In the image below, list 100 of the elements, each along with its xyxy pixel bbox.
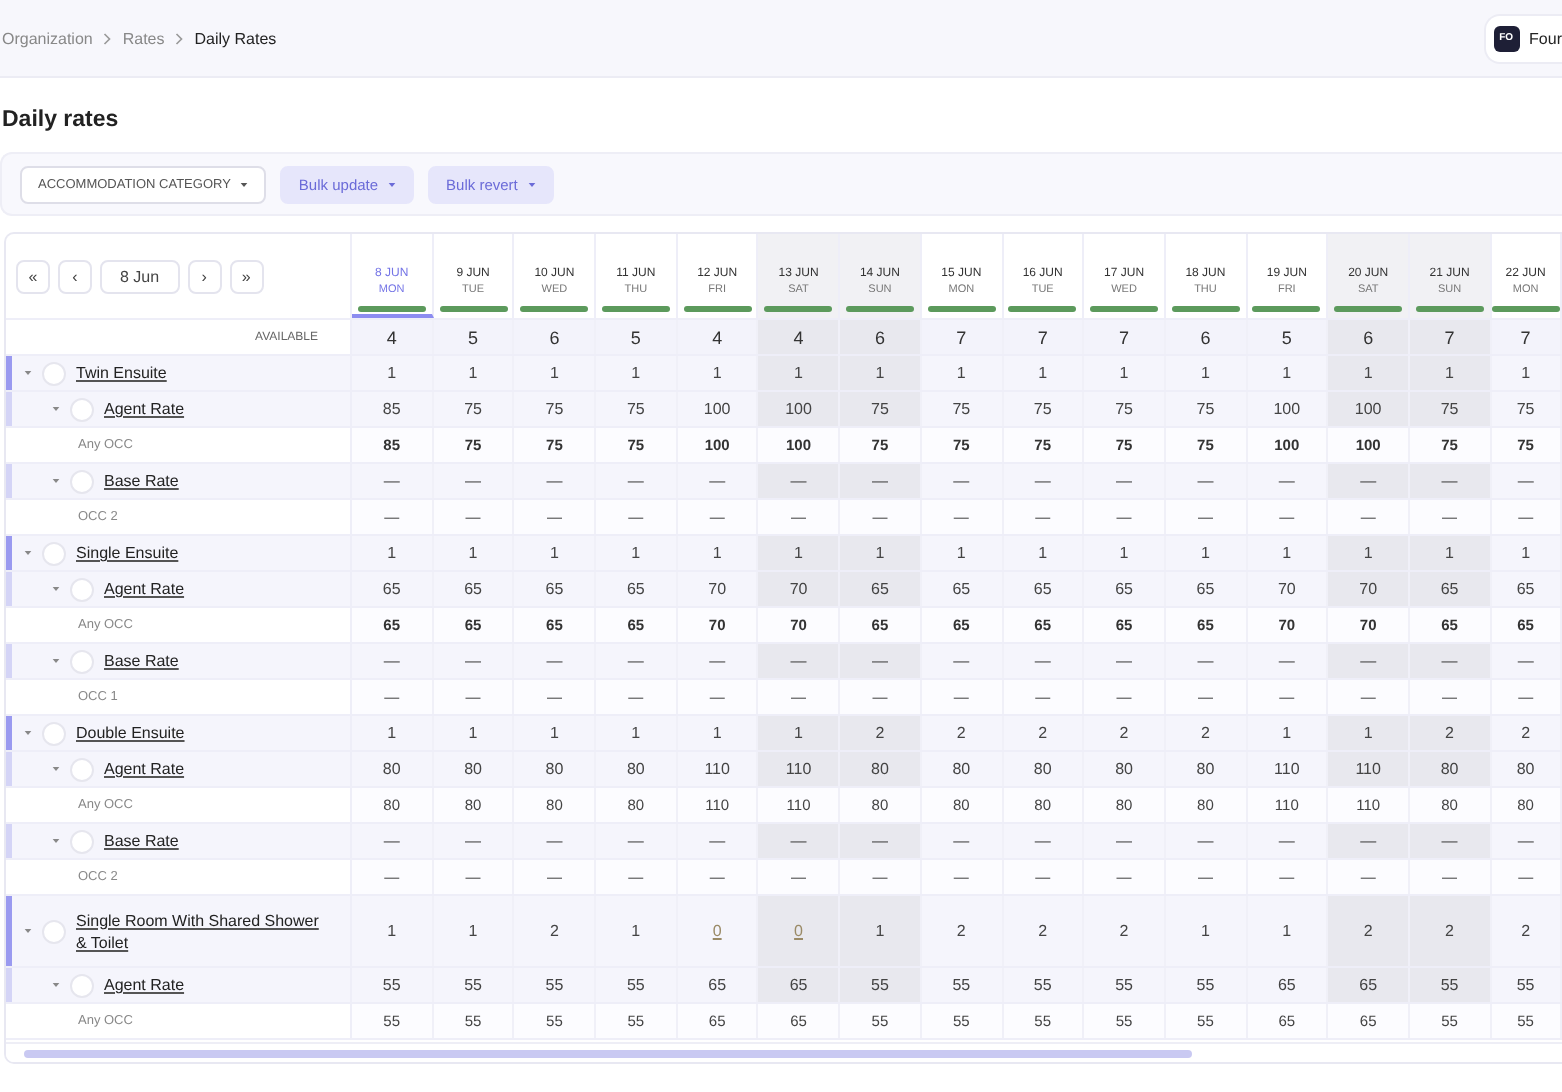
table-cell[interactable]: 75 (1165, 392, 1248, 426)
collapse-icon[interactable] (24, 928, 32, 934)
table-cell[interactable]: 100 (758, 392, 841, 426)
rate-link[interactable]: Base Rate (104, 650, 179, 672)
table-cell[interactable]: 80 (1165, 752, 1248, 786)
table-cell[interactable]: 100 (1247, 392, 1329, 426)
table-cell[interactable]: 75 (514, 392, 597, 426)
table-cell[interactable]: — (1328, 824, 1410, 858)
table-cell[interactable]: 65 (758, 968, 841, 1002)
collapse-icon[interactable] (52, 838, 60, 844)
table-cell[interactable]: 65 (1491, 572, 1562, 606)
table-cell[interactable]: 75 (1003, 392, 1085, 426)
table-cell[interactable]: 110 (677, 752, 759, 786)
rate-link[interactable]: Agent Rate (104, 398, 185, 420)
table-cell[interactable]: 80 (433, 752, 515, 786)
table-cell[interactable]: — (921, 464, 1003, 498)
table-cell[interactable]: — (758, 824, 841, 858)
table-cell[interactable]: 65 (1409, 572, 1492, 606)
scrollbar-thumb[interactable] (24, 1050, 1192, 1058)
table-cell[interactable]: 75 (921, 392, 1003, 426)
table-cell[interactable]: — (840, 464, 922, 498)
table-cell[interactable]: — (1409, 464, 1492, 498)
table-cell[interactable]: — (921, 824, 1003, 858)
table-cell[interactable]: 55 (433, 968, 515, 1002)
table-cell[interactable]: — (1247, 644, 1329, 678)
table-cell[interactable]: — (1003, 824, 1085, 858)
table-cell[interactable]: 110 (1247, 752, 1329, 786)
collapse-icon[interactable] (52, 766, 60, 772)
table-cell[interactable]: — (758, 464, 841, 498)
table-cell[interactable]: 55 (1084, 968, 1166, 1002)
table-cell[interactable]: — (1247, 464, 1329, 498)
table-cell[interactable]: — (1409, 824, 1492, 858)
table-cell[interactable]: — (1084, 824, 1166, 858)
table-cell[interactable]: 100 (677, 392, 759, 426)
table-cell[interactable]: 110 (758, 752, 841, 786)
rate-link[interactable]: Base Rate (104, 830, 179, 852)
checkbox[interactable] (42, 541, 66, 565)
table-cell[interactable]: — (352, 644, 434, 678)
checkbox[interactable] (42, 721, 66, 745)
checkbox[interactable] (70, 649, 94, 673)
table-cell[interactable]: 55 (921, 968, 1003, 1002)
table-cell[interactable]: — (1491, 644, 1562, 678)
last-page-button[interactable]: » (229, 259, 264, 293)
table-cell[interactable]: 80 (514, 752, 597, 786)
rate-link[interactable]: Agent Rate (104, 758, 185, 780)
table-cell[interactable]: 80 (352, 752, 434, 786)
table-cell[interactable]: — (1409, 644, 1492, 678)
table-cell[interactable]: — (1247, 824, 1329, 858)
table-cell[interactable]: 65 (352, 572, 434, 606)
table-cell[interactable]: — (433, 824, 515, 858)
table-cell[interactable]: — (596, 644, 678, 678)
table-cell[interactable]: — (433, 464, 515, 498)
table-cell[interactable]: 65 (1247, 968, 1329, 1002)
table-cell[interactable]: — (1003, 464, 1085, 498)
table-cell[interactable]: — (514, 644, 597, 678)
table-cell[interactable]: 70 (677, 572, 759, 606)
table-cell[interactable]: — (1084, 464, 1166, 498)
table-cell[interactable]: — (677, 464, 759, 498)
date-button[interactable]: 8 Jun (100, 259, 180, 293)
table-cell[interactable]: — (1165, 644, 1248, 678)
checkbox[interactable] (70, 577, 94, 601)
checkbox[interactable] (70, 757, 94, 781)
table-cell[interactable]: 55 (514, 968, 597, 1002)
checkbox[interactable] (70, 397, 94, 421)
table-cell[interactable]: 70 (1328, 572, 1410, 606)
table-cell[interactable]: 80 (596, 752, 678, 786)
table-cell[interactable]: 80 (1003, 752, 1085, 786)
room-link[interactable]: Single Ensuite (76, 542, 179, 564)
collapse-icon[interactable] (52, 586, 60, 592)
collapse-icon[interactable] (52, 406, 60, 412)
table-cell[interactable]: 80 (840, 752, 922, 786)
table-cell[interactable]: 55 (1409, 968, 1492, 1002)
table-cell[interactable]: 55 (596, 968, 678, 1002)
table-cell[interactable]: 70 (1247, 572, 1329, 606)
table-cell[interactable]: 65 (1003, 572, 1085, 606)
table-cell[interactable]: — (758, 644, 841, 678)
table-cell[interactable]: 80 (1084, 752, 1166, 786)
table-cell[interactable]: 65 (1165, 572, 1248, 606)
table-cell[interactable]: — (677, 824, 759, 858)
table-cell[interactable]: 65 (514, 572, 597, 606)
collapse-icon[interactable] (24, 550, 32, 556)
table-cell[interactable]: — (1491, 464, 1562, 498)
table-cell[interactable]: 75 (1409, 392, 1492, 426)
collapse-icon[interactable] (52, 478, 60, 484)
table-cell[interactable]: 55 (1165, 968, 1248, 1002)
table-cell[interactable]: 75 (433, 392, 515, 426)
collapse-icon[interactable] (24, 370, 32, 376)
table-cell[interactable]: 65 (921, 572, 1003, 606)
table-cell[interactable]: 80 (1409, 752, 1492, 786)
table-cell[interactable]: — (352, 824, 434, 858)
table-cell[interactable]: 75 (1491, 392, 1562, 426)
table-cell[interactable]: 65 (1084, 572, 1166, 606)
checkbox[interactable] (70, 973, 94, 997)
table-cell[interactable]: 75 (1084, 392, 1166, 426)
table-cell[interactable]: — (514, 464, 597, 498)
table-cell[interactable]: — (1491, 824, 1562, 858)
table-cell[interactable]: — (1328, 644, 1410, 678)
table-cell[interactable]: 80 (1491, 752, 1562, 786)
rate-link[interactable]: Agent Rate (104, 578, 185, 600)
table-cell[interactable]: — (1003, 644, 1085, 678)
